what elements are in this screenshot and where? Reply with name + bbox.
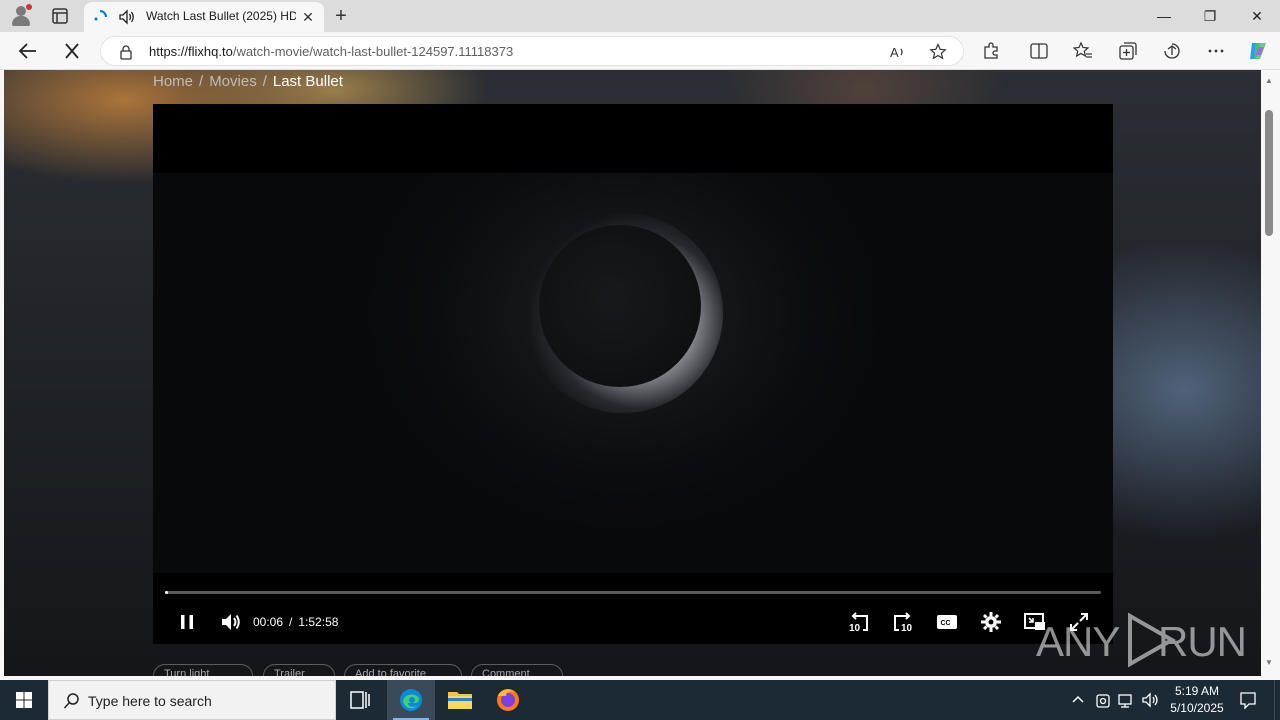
taskbar-clock[interactable]: 5:19 AM 5/10/2025 [1160,683,1234,717]
scroll-down-arrow-icon[interactable]: ▼ [1265,658,1273,667]
breadcrumb: Home / Movies / Last Bullet [153,73,343,93]
taskbar-search-box[interactable]: Type here to search [48,680,336,720]
breadcrumb-current: Last Bullet [272,73,343,90]
anyrun-watermark-logo: ANY RUN [1036,612,1247,668]
edge-taskbar-app[interactable] [387,680,435,720]
time-display: 00:06 / 1:52:58 [253,615,338,629]
svg-text:10: 10 [849,623,861,634]
loading-favicon-icon [94,10,107,21]
new-tab-button[interactable]: + [331,5,351,27]
breadcrumb-home-link[interactable]: Home [153,73,193,90]
lock-icon[interactable] [119,44,133,60]
scrollbar-thumb[interactable] [1265,110,1273,236]
restore-button[interactable]: ❐ [1187,4,1233,28]
back-arrow-icon[interactable] [16,40,40,62]
add-to-favorite-button[interactable]: Add to favorite [344,664,462,676]
search-placeholder: Type here to search [88,693,212,709]
settings-gear-icon[interactable] [979,610,1003,634]
stop-loading-icon[interactable] [60,40,84,62]
search-icon [63,693,79,709]
clock-date: 5/10/2025 [1170,701,1224,715]
scroll-up-arrow-icon[interactable]: ▲ [1265,76,1273,85]
progress-bar[interactable] [165,591,1101,594]
web-page: Home / Movies / Last Bullet 00:06 / 1:52… [4,70,1261,676]
firefox-icon[interactable] [484,680,532,720]
svg-text:A: A [890,45,899,60]
watermark-text-left: ANY [1036,618,1120,665]
meet-now-icon[interactable] [1093,690,1113,710]
collections-icon[interactable] [1118,41,1138,61]
url-text[interactable]: https://flixhq.to/watch-movie/watch-last… [149,44,513,59]
volume-tray-icon[interactable] [1141,690,1161,710]
progress-fill [165,591,168,594]
split-screen-icon[interactable] [1029,41,1049,61]
turn-light-button[interactable]: Turn light [153,664,253,676]
tab-close-button[interactable]: ✕ [300,9,316,25]
time-separator: / [289,615,293,629]
pause-icon[interactable] [175,610,199,634]
tray-chevron-up-icon[interactable] [1068,690,1088,710]
svg-text:10: 10 [901,623,913,634]
windows-taskbar: Type here to search 5:19 AM 5/10/2025 [0,680,1280,720]
trailer-button[interactable]: Trailer [263,664,335,676]
url-host: https://flixhq.to [149,44,233,59]
comment-button[interactable]: Comment [471,664,563,676]
minimize-button[interactable]: — [1141,4,1187,28]
breadcrumb-separator: / [262,73,267,90]
volume-icon[interactable] [219,610,243,634]
video-frame[interactable] [153,173,1113,573]
tab-active[interactable]: Watch Last Bullet (2025) HD ✕ [84,2,324,32]
address-bar[interactable]: https://flixhq.to/watch-movie/watch-last… [100,36,964,66]
browser-toolbar: https://flixhq.to/watch-movie/watch-last… [0,32,1280,70]
close-window-button[interactable]: ✕ [1234,4,1280,28]
favorites-icon[interactable] [1073,41,1093,61]
breadcrumb-movies-link[interactable]: Movies [209,73,257,90]
windows-start-icon[interactable] [0,680,48,720]
read-aloud-icon[interactable]: A [889,43,907,61]
captions-icon[interactable]: CC [935,610,959,634]
notification-center-icon[interactable] [1238,690,1258,710]
breadcrumb-separator: / [199,73,204,90]
browser-essentials-icon[interactable] [1162,41,1182,61]
browser-tab-strip: Watch Last Bullet (2025) HD ✕ + — ❐ ✕ [0,0,1280,32]
task-view-icon[interactable] [336,680,384,720]
speaker-icon[interactable] [118,8,136,26]
tab-title: Watch Last Bullet (2025) HD [146,9,296,23]
video-player[interactable]: 00:06 / 1:52:58 10 10 CC [153,104,1113,644]
forward-10-icon[interactable]: 10 [891,610,915,634]
clock-time: 5:19 AM [1174,684,1220,698]
page-scrollbar[interactable]: ▲ ▼ [1261,70,1280,676]
rewind-10-icon[interactable]: 10 [847,610,871,634]
svg-text:CC: CC [941,620,951,627]
current-time: 00:06 [253,615,284,629]
show-desktop-button[interactable] [1274,680,1280,720]
profile-avatar-icon[interactable] [8,4,34,28]
more-options-icon[interactable] [1206,41,1226,61]
favorite-star-icon[interactable] [929,43,947,61]
copilot-icon[interactable] [1246,39,1270,63]
network-icon[interactable] [1116,690,1136,710]
player-controls: 00:06 / 1:52:58 10 10 CC [153,573,1113,644]
watermark-text-right: RUN [1158,618,1247,665]
tab-actions-icon[interactable] [50,6,70,26]
url-path: /watch-movie/watch-last-bullet-124597.11… [232,44,514,59]
edge-browser-icon [400,689,422,711]
file-explorer-icon[interactable] [436,680,484,720]
total-time: 1:52:58 [298,615,339,629]
extensions-icon[interactable] [981,41,1001,61]
eclipse-moon-image [539,225,701,387]
